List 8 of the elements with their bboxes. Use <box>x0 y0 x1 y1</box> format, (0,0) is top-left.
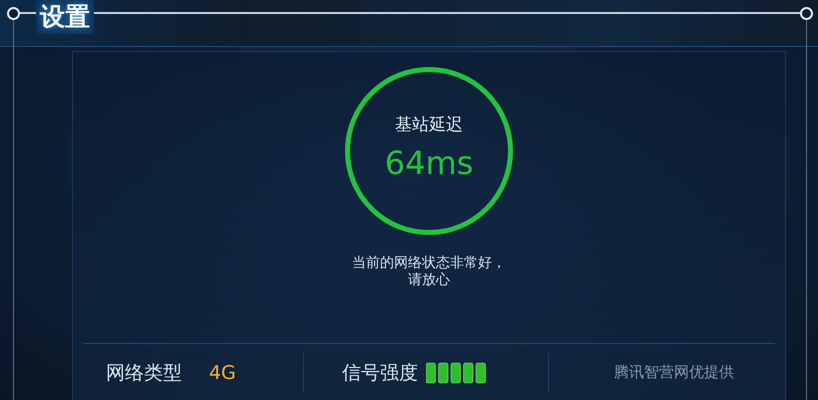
provider-credit: 腾讯智营网优提供 <box>614 363 734 382</box>
signal-bars-icon <box>426 362 488 384</box>
latency-value: 64ms <box>384 144 474 182</box>
network-type-label: 网络类型 <box>106 360 182 386</box>
network-type-value: 4G <box>209 362 236 384</box>
status-message: 当前的网络状态非常好， 请放心 <box>352 255 506 289</box>
latency-label: 基站延迟 <box>395 114 463 136</box>
signal-strength-label: 信号强度 <box>342 360 418 386</box>
